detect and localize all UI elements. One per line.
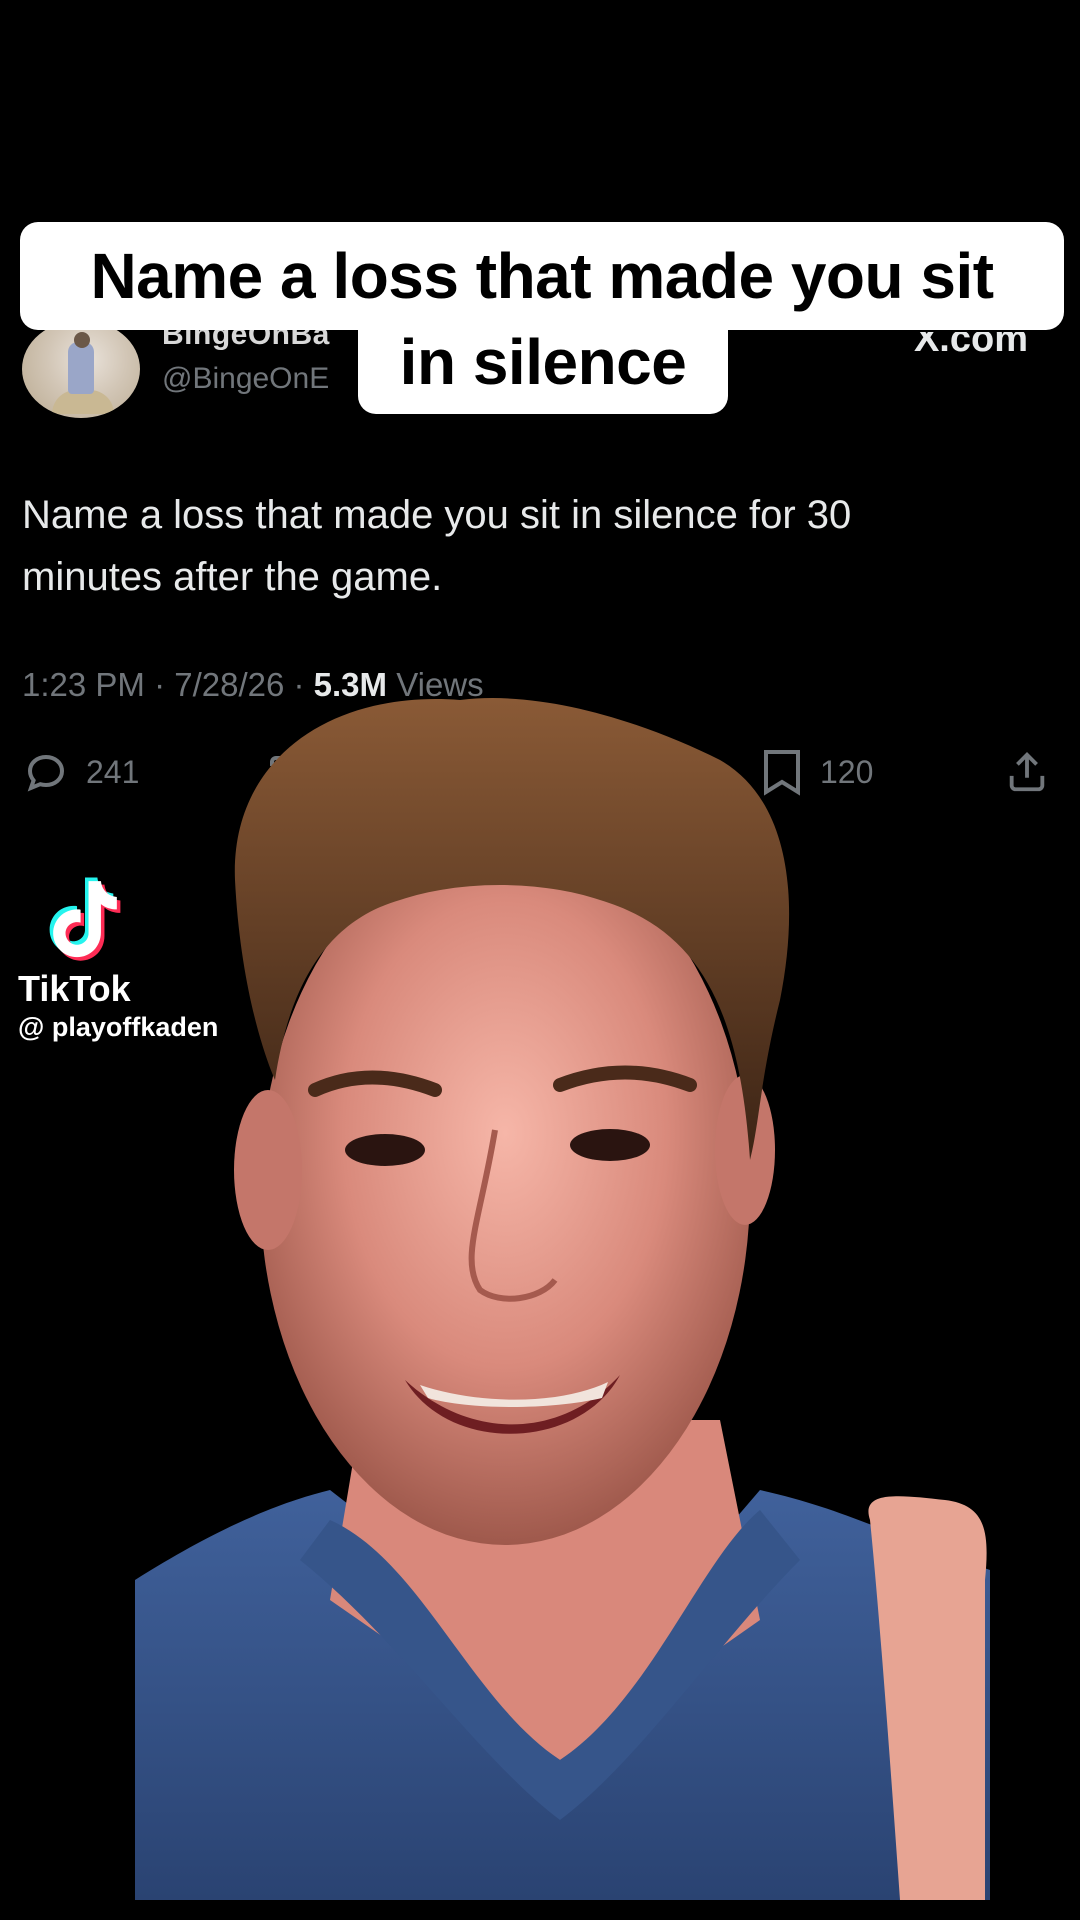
tiktok-logo-icon xyxy=(49,877,121,961)
tiktok-wordmark: TikTok xyxy=(18,968,131,1009)
video-frame: BingeOnBa @BingeOnE X.com Name a loss th… xyxy=(0,0,1080,1920)
caption-line-1: Name a loss that made you sit xyxy=(20,222,1064,330)
caption-line-2: in silence xyxy=(358,322,728,414)
tiktok-username[interactable]: @ playoffkaden xyxy=(18,1012,218,1043)
